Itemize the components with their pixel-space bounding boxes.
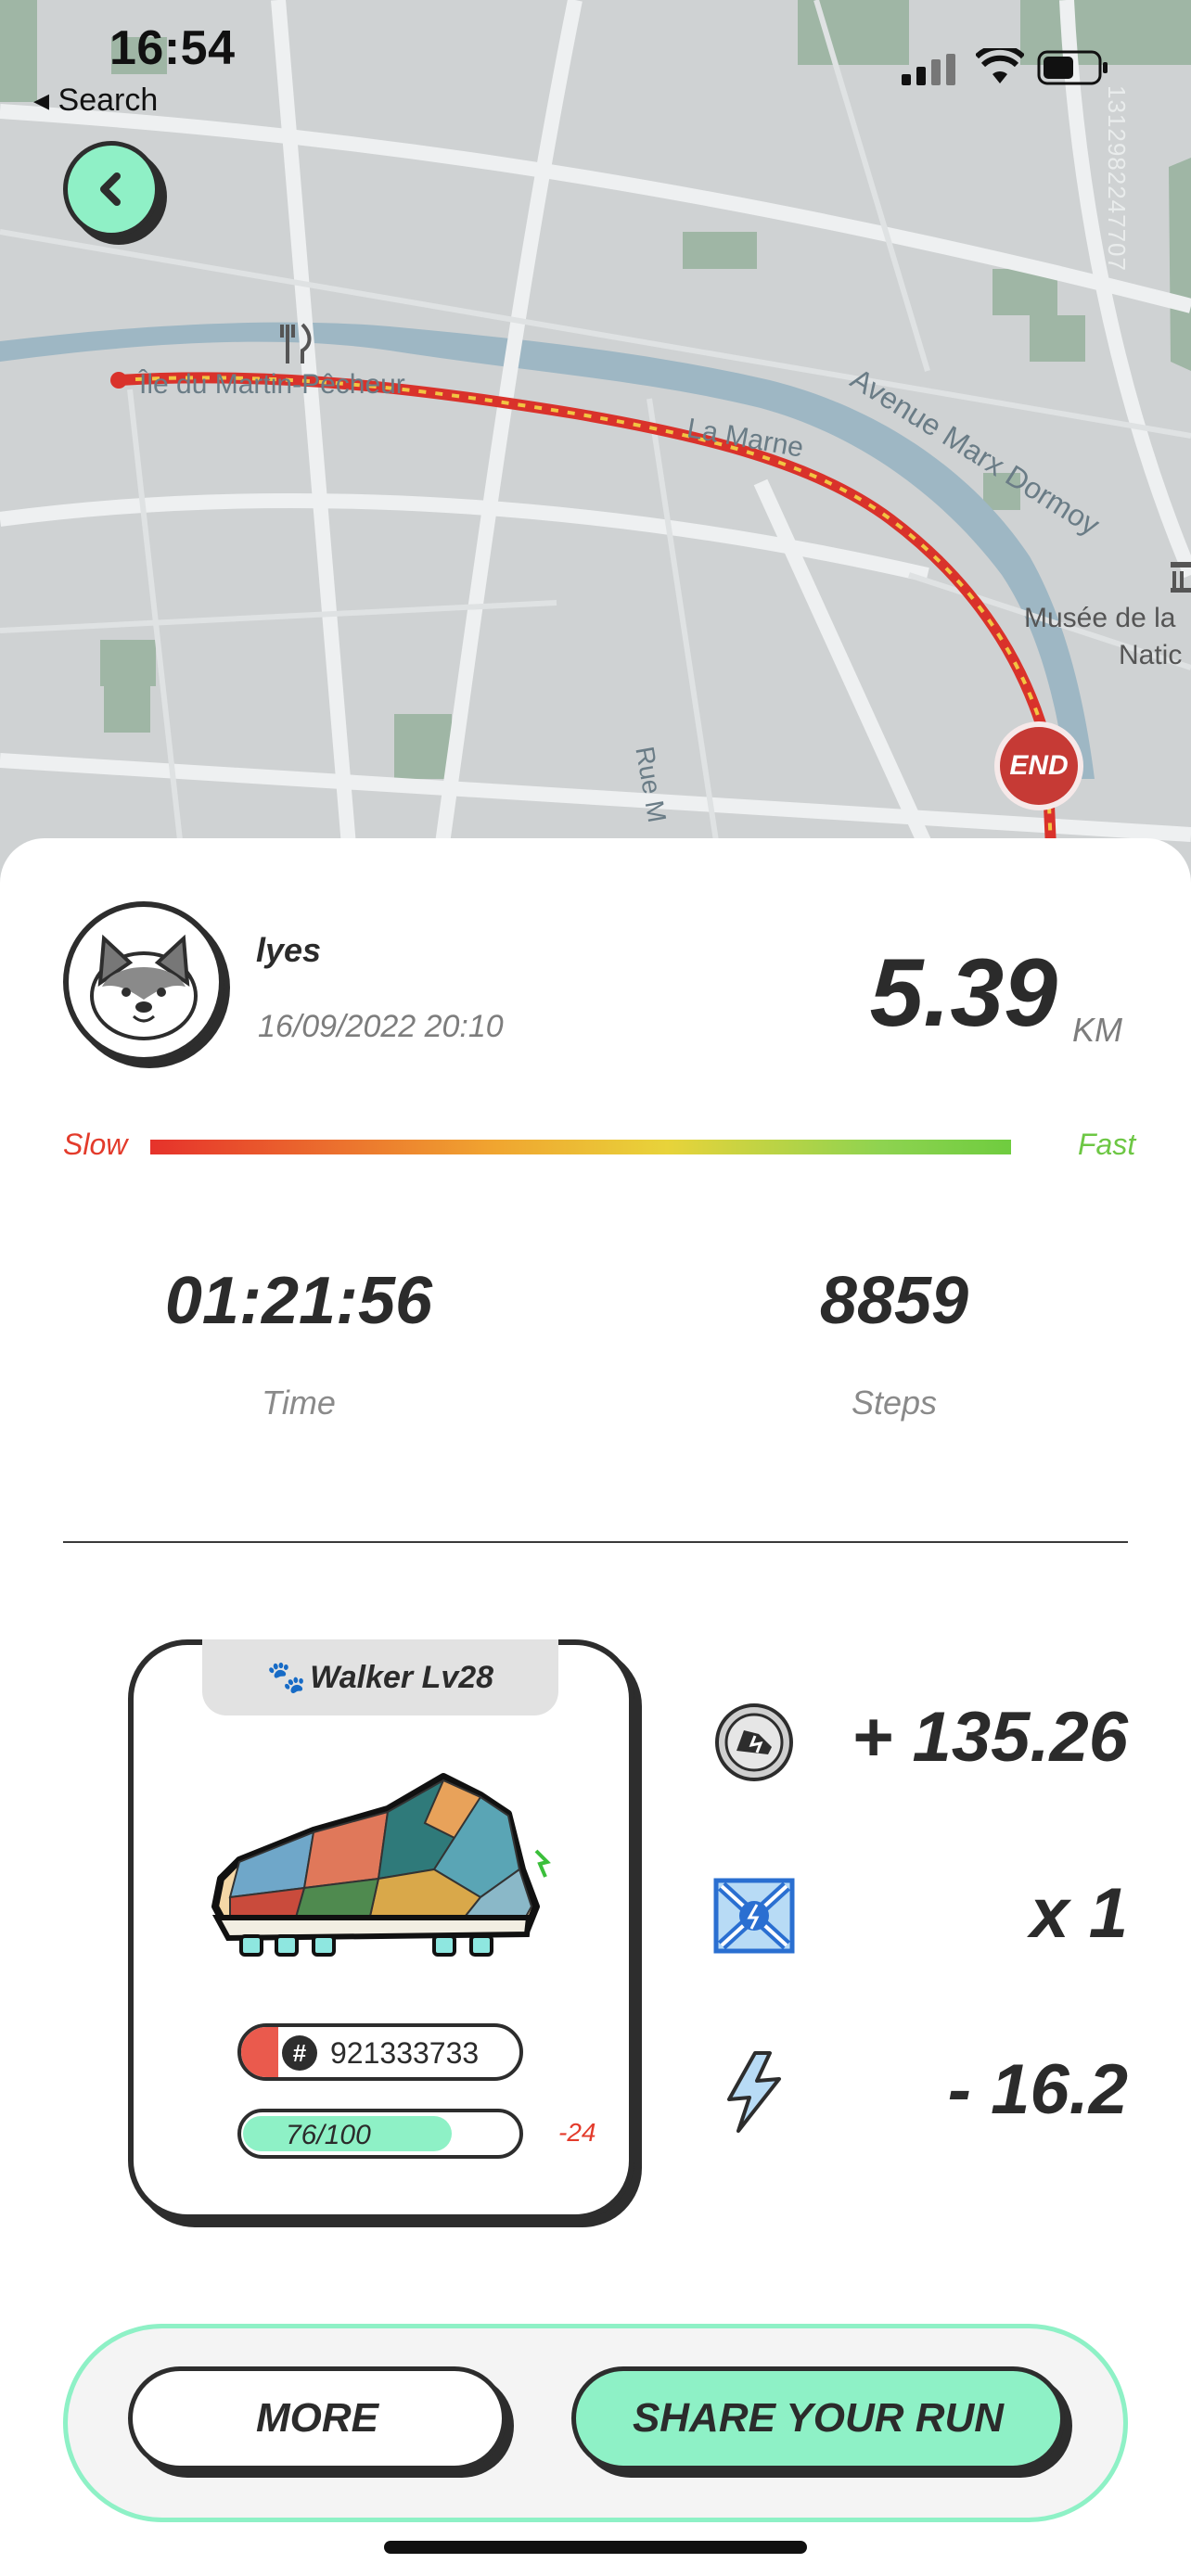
- cellular-signal-icon: [902, 54, 961, 92]
- share-run-button[interactable]: SHARE YOUR RUN: [571, 2366, 1065, 2470]
- back-button[interactable]: [63, 141, 160, 237]
- avatar[interactable]: [63, 901, 224, 1063]
- status-time: 16:54: [109, 21, 236, 75]
- durability-text: 76/100: [286, 2120, 371, 2150]
- back-to-search-link[interactable]: ◂ Search: [33, 82, 158, 119]
- route-map[interactable]: Avenue Marx Dormoy La Marne Île du Marti…: [0, 0, 1191, 896]
- chevron-left-icon: [100, 172, 121, 206]
- speed-slow-label: Slow: [63, 1128, 128, 1161]
- time-value: 01:21:56: [164, 1264, 433, 1338]
- run-datetime: 16/09/2022 20:10: [258, 1009, 504, 1044]
- map-island-label: Île du Martin-Pêcheur: [139, 369, 405, 400]
- map-poi-label-2: Natic: [1119, 640, 1183, 670]
- distance-value: 5.39: [869, 939, 1057, 1047]
- durability-delta: -24: [558, 2118, 596, 2147]
- token-reward-value: + 135.26: [852, 1698, 1128, 1777]
- username: lyes: [256, 931, 322, 969]
- mystery-box-value: x 1: [1030, 1874, 1128, 1953]
- distance-unit: KM: [1072, 1011, 1122, 1049]
- steps-label: Steps: [851, 1384, 938, 1422]
- home-indicator: [384, 2541, 807, 2554]
- sneaker-title-tab: 🐾 Walker Lv28: [202, 1639, 558, 1715]
- sneaker-image: [202, 1758, 564, 1976]
- section-divider: [63, 1541, 1128, 1543]
- end-marker: END: [994, 721, 1083, 810]
- speed-gradient-bar: [150, 1140, 1011, 1154]
- battery-icon: [1037, 50, 1109, 90]
- dog-avatar-icon: [90, 934, 198, 1040]
- steps-value: 8859: [819, 1264, 969, 1338]
- map-id-code: 1312982247707: [1103, 85, 1131, 272]
- hash-icon: #: [282, 2035, 317, 2071]
- rarity-stripe: [241, 2027, 278, 2077]
- map-poi-label: Musée de la: [1024, 603, 1176, 633]
- energy-cost-value: - 16.2: [947, 2050, 1128, 2129]
- more-button[interactable]: MORE: [128, 2366, 506, 2470]
- durability-bar: 76/100: [237, 2109, 523, 2159]
- wifi-icon: [974, 44, 1026, 90]
- speed-fast-label: Fast: [1078, 1128, 1136, 1161]
- time-label: Time: [262, 1384, 336, 1422]
- sneaker-id-pill[interactable]: # 921333733: [237, 2023, 523, 2081]
- sneaker-title: Walker Lv28: [310, 1659, 494, 1695]
- sneaker-id: 921333733: [330, 2036, 480, 2070]
- footprint-icon: 🐾: [266, 1660, 307, 1695]
